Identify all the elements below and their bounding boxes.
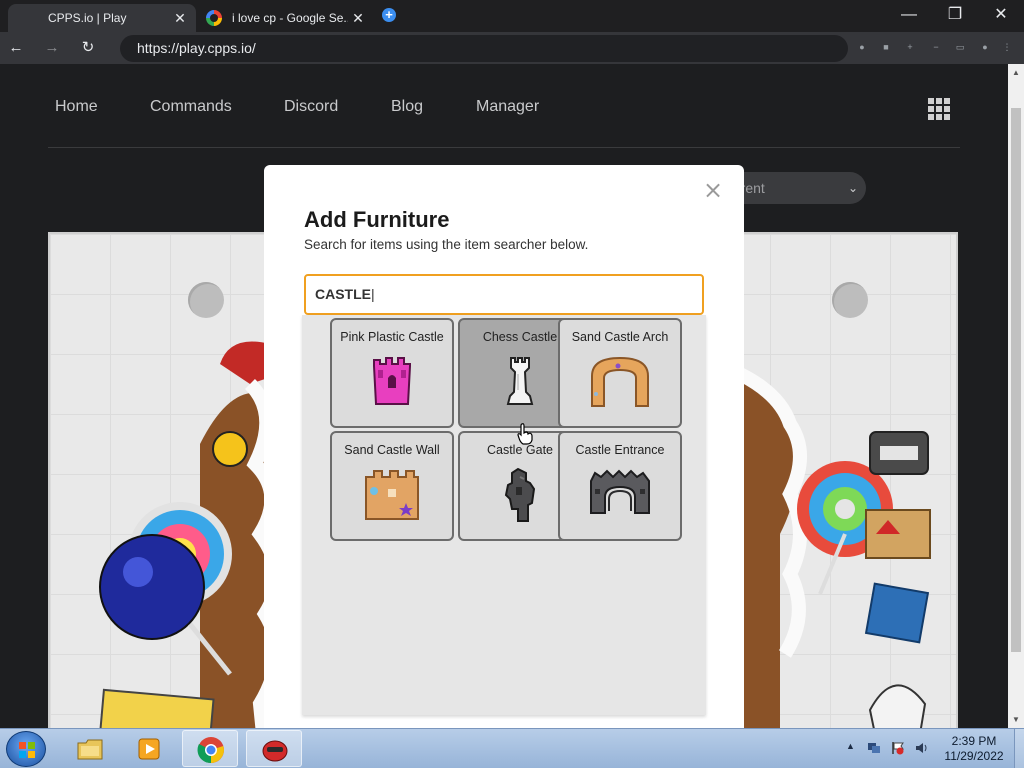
back-button[interactable]: ← <box>4 36 28 60</box>
taskbar-media-player[interactable] <box>122 730 178 767</box>
taskbar-chrome[interactable] <box>182 730 238 767</box>
pink-castle-icon <box>373 357 411 405</box>
text-caret: | <box>371 286 375 302</box>
chrome-icon <box>197 737 224 764</box>
add-furniture-modal: × Add Furniture Search for items using t… <box>264 165 744 768</box>
close-tab-icon[interactable]: ✕ <box>170 10 190 27</box>
game-client-icon <box>262 740 288 762</box>
tray-expand-icon[interactable]: ▲ <box>846 741 855 751</box>
scroll-up-icon[interactable]: ▲ <box>1012 68 1020 77</box>
tab-google-search[interactable]: i love cp - Google Se... ✕ <box>198 4 374 32</box>
tab-cpps-play[interactable]: CPPS.io | Play ✕ <box>8 4 196 32</box>
furniture-item-sand-castle-wall[interactable]: Sand Castle Wall <box>330 431 454 541</box>
castle-entrance-icon <box>590 469 650 514</box>
reload-button[interactable]: ↻ <box>76 36 100 60</box>
scroll-down-icon[interactable]: ▼ <box>1012 715 1020 724</box>
action-center-flag-icon[interactable] <box>891 741 905 755</box>
window-close-button[interactable]: ✕ <box>978 0 1024 32</box>
taskbar-game-client[interactable] <box>246 730 302 767</box>
apps-grid-icon[interactable] <box>928 98 950 120</box>
show-desktop-button[interactable] <box>1014 729 1024 768</box>
menu-icon[interactable]: ⋮ <box>1002 42 1012 52</box>
browser-tab-bar: CPPS.io | Play ✕ i love cp - Google Se..… <box>0 0 1024 32</box>
chevron-down-icon: ⌄ <box>847 181 858 195</box>
hand-cursor-icon <box>517 423 533 445</box>
start-button[interactable] <box>6 731 46 767</box>
extension-icon[interactable]: − <box>931 42 941 52</box>
taskbar-file-explorer[interactable] <box>62 730 118 767</box>
clock-time: 2:39 PM <box>951 734 997 748</box>
browser-toolbar: ← → ↻ https://play.cpps.io/ ● ■ + − ▭ ● … <box>0 32 1024 64</box>
site-nav: Home Commands Discord Blog Manager <box>0 64 1008 148</box>
extension-icon[interactable]: ■ <box>881 42 891 52</box>
furniture-item-sand-castle-arch[interactable]: Sand Castle Arch <box>558 318 682 428</box>
nav-manager[interactable]: Manager <box>476 98 539 116</box>
scrollbar-thumb[interactable] <box>1011 108 1021 652</box>
page-scrollbar[interactable]: ▲ ▼ <box>1008 64 1024 728</box>
item-label: Sand Castle Wall <box>344 443 440 457</box>
item-search-input[interactable]: CASTLE| <box>304 274 704 315</box>
item-label: Sand Castle Arch <box>571 330 669 344</box>
castle-gate-icon <box>504 467 536 522</box>
volume-icon[interactable] <box>915 741 929 755</box>
sand-arch-icon <box>591 356 649 407</box>
chess-rook-icon <box>506 357 534 405</box>
nav-discord[interactable]: Discord <box>284 98 338 116</box>
sand-wall-icon <box>365 470 419 520</box>
close-tab-icon[interactable]: ✕ <box>348 10 368 27</box>
tab-title: i love cp - Google Se... <box>232 11 348 25</box>
close-icon[interactable]: × <box>702 178 724 202</box>
minimize-button[interactable]: — <box>886 0 932 32</box>
furniture-item-pink-plastic-castle[interactable]: Pink Plastic Castle <box>330 318 454 428</box>
nav-home[interactable]: Home <box>55 98 98 116</box>
google-icon <box>206 10 222 26</box>
windows-taskbar: ▲ 2:39 PM 11/29/2022 <box>0 728 1024 768</box>
extension-icon[interactable]: ● <box>857 42 867 52</box>
address-bar[interactable]: https://play.cpps.io/ <box>120 35 848 62</box>
extension-icon[interactable]: + <box>905 42 915 52</box>
tab-title: CPPS.io | Play <box>48 11 127 25</box>
nav-blog[interactable]: Blog <box>391 98 423 116</box>
extension-icon[interactable]: ▭ <box>955 42 965 52</box>
windows-logo-icon <box>19 742 35 758</box>
taskbar-clock[interactable]: 2:39 PM 11/29/2022 <box>938 734 1010 764</box>
modal-title: Add Furniture <box>304 207 450 232</box>
extension-icon[interactable]: ● <box>980 42 990 52</box>
new-tab-button[interactable]: + <box>382 8 396 22</box>
file-explorer-icon <box>77 739 103 760</box>
maximize-button[interactable]: ❐ <box>932 0 978 32</box>
search-results: Pink Plastic Castle Chess Castle Sand Ca… <box>302 315 706 715</box>
item-label: Pink Plastic Castle <box>340 330 444 344</box>
modal-subtitle: Search for items using the item searcher… <box>304 237 589 252</box>
media-player-icon <box>138 738 160 760</box>
item-label: Castle Entrance <box>575 443 665 457</box>
search-input-value: CASTLE <box>315 286 371 302</box>
nav-commands[interactable]: Commands <box>150 98 232 116</box>
clock-date: 11/29/2022 <box>944 749 1004 763</box>
forward-button[interactable]: → <box>40 36 64 60</box>
furniture-item-castle-entrance[interactable]: Castle Entrance <box>558 431 682 541</box>
nav-divider <box>48 147 960 148</box>
network-icon[interactable] <box>867 741 881 755</box>
